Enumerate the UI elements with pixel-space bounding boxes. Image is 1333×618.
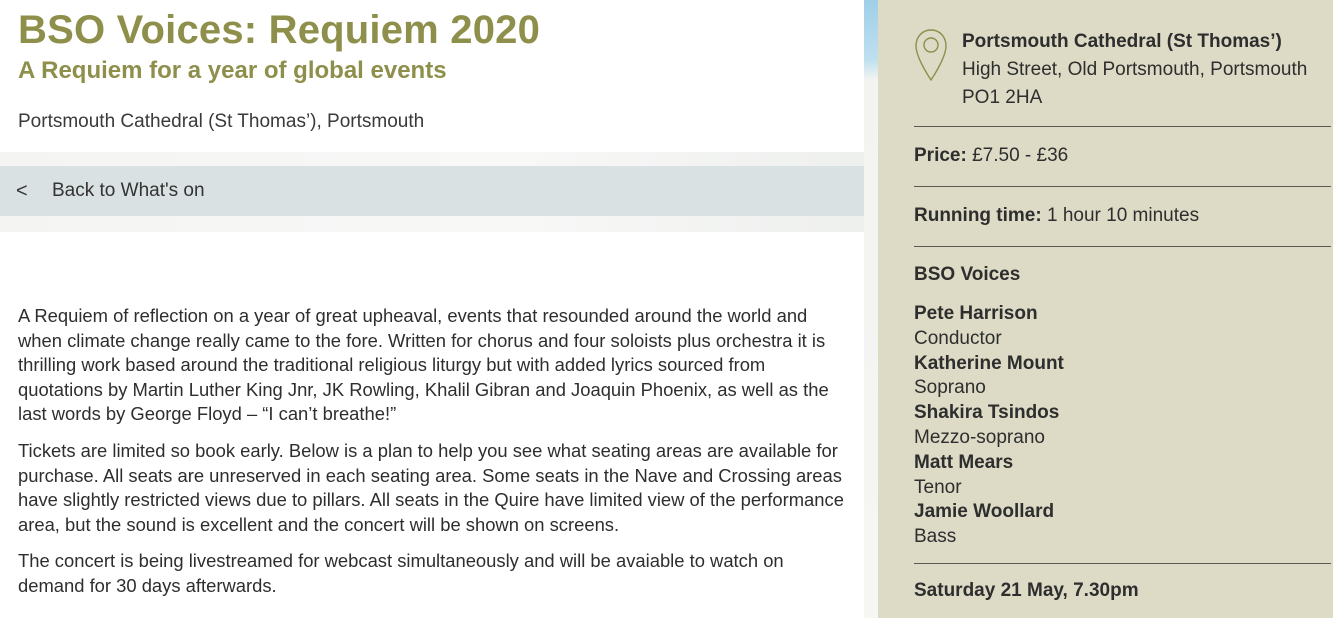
performer-name: Jamie Woollard: [914, 501, 1055, 523]
performer-item: Jamie Woollard Bass: [914, 500, 1314, 550]
performer-role: Conductor: [914, 327, 1002, 349]
performer-item: Katherine Mount Soprano: [914, 352, 1314, 402]
performer-role: Bass: [914, 526, 957, 548]
page-subtitle: A Requiem for a year of global events: [18, 57, 447, 84]
column-divider: [864, 0, 878, 618]
venue-address-line2: PO1 2HA: [962, 87, 1043, 108]
price-info: Price: £7.50 - £36: [914, 145, 1068, 167]
venue-name: Portsmouth Cathedral (St Thomas’): [962, 31, 1282, 52]
running-time-value: 1 hour 10 minutes: [1046, 205, 1200, 226]
description-paragraph: The concert is being livestreamed for we…: [18, 550, 784, 596]
ensemble-name: BSO Voices: [914, 264, 1021, 285]
performer-role: Tenor: [914, 476, 962, 498]
performer-name: Katherine Mount: [914, 352, 1064, 374]
performer-name: Shakira Tsindos: [914, 402, 1060, 424]
divider: [914, 186, 1331, 187]
chevron-left-icon: <: [16, 179, 28, 202]
page-title: BSO Voices: Requiem 2020: [18, 8, 541, 52]
performer-item: Pete Harrison Conductor: [914, 302, 1314, 352]
running-time-info: Running time: 1 hour 10 minutes: [914, 205, 1199, 227]
event-info-sidebar: Portsmouth Cathedral (St Thomas’) High S…: [878, 0, 1333, 618]
back-to-whats-on-link[interactable]: < Back to What's on: [0, 166, 864, 216]
price-label: Price:: [914, 145, 967, 166]
description-paragraph: Tickets are limited so book early. Below…: [18, 439, 844, 535]
map-pin-icon: [915, 29, 947, 82]
back-link-label: Back to What's on: [52, 180, 205, 201]
performer-item: Shakira Tsindos Mezzo-soprano: [914, 401, 1314, 451]
running-time-label: Running time:: [914, 205, 1042, 226]
performer-role: Mezzo-soprano: [914, 426, 1045, 448]
divider: [914, 126, 1331, 127]
event-description: A Requiem of reflection on a year of gre…: [18, 304, 848, 611]
event-location: Portsmouth Cathedral (St Thomas’), Ports…: [18, 111, 425, 132]
venue-address-line1: High Street, Old Portsmouth, Portsmouth: [962, 59, 1308, 80]
main-content: BSO Voices: Requiem 2020 A Requiem for a…: [0, 0, 864, 618]
performer-role: Soprano: [914, 377, 986, 399]
performer-list: Pete Harrison Conductor Katherine Mount …: [914, 302, 1314, 550]
performer-name: Pete Harrison: [914, 303, 1038, 324]
divider: [914, 246, 1331, 247]
performer-item: Matt Mears Tenor: [914, 451, 1314, 501]
event-date: Saturday 21 May, 7.30pm: [914, 580, 1139, 601]
divider: [914, 563, 1331, 564]
price-value: £7.50 - £36: [972, 145, 1069, 166]
venue-details: Portsmouth Cathedral (St Thomas’) High S…: [962, 28, 1322, 112]
performer-name: Matt Mears: [914, 451, 1014, 473]
description-paragraph: A Requiem of reflection on a year of gre…: [18, 305, 829, 425]
